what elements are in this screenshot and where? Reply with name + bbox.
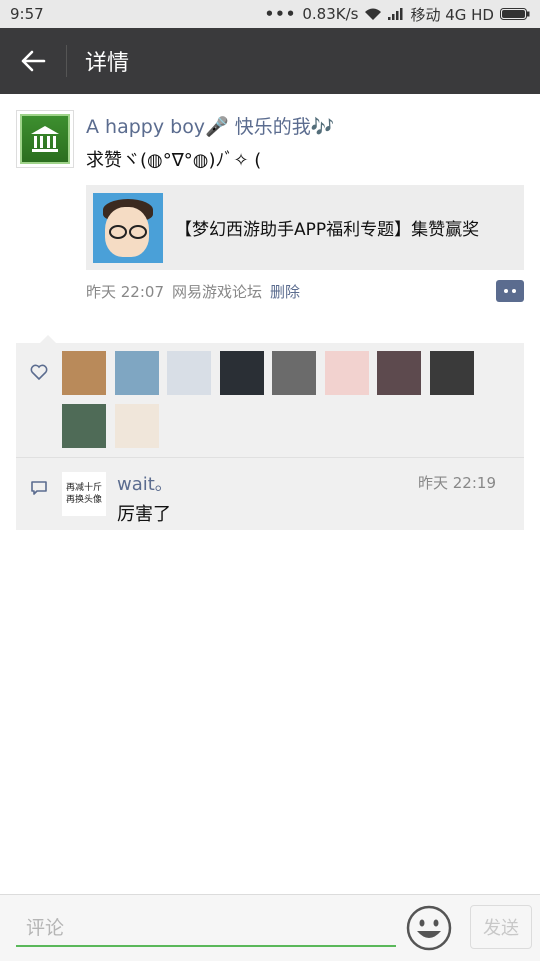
comment-time: 昨天 22:19 — [418, 474, 496, 492]
like-avatar-1[interactable] — [62, 351, 106, 395]
title-divider — [66, 45, 67, 77]
back-arrow-icon — [21, 50, 46, 72]
like-avatar-5[interactable] — [272, 351, 316, 395]
link-title: 【梦幻西游助手APP福利专题】集赞赢奖 — [175, 220, 480, 240]
title-bar: 详情 — [0, 28, 540, 94]
comment-icon — [31, 481, 47, 495]
battery-icon — [500, 8, 530, 20]
wifi-icon — [365, 8, 382, 20]
like-avatar-4[interactable] — [219, 351, 264, 395]
post-source[interactable]: 网易游戏论坛 — [172, 281, 262, 302]
delete-link[interactable]: 删除 — [270, 281, 300, 302]
heart-icon — [30, 364, 48, 381]
comment-bar: 发送 — [0, 894, 540, 961]
status-right: ••• 0.83K/s 移动 4G HD — [265, 4, 530, 25]
status-dots: ••• — [264, 5, 297, 23]
comment-text: 厉害了 — [117, 504, 171, 525]
author-avatar[interactable] — [16, 110, 74, 168]
likes-section — [16, 343, 524, 458]
post-time: 昨天 22:07 — [86, 283, 164, 301]
commenter-avatar[interactable]: 再减十斤 再换头像 — [62, 472, 106, 516]
network-speed: 0.83K/s — [302, 5, 359, 23]
emoji-icon[interactable] — [406, 905, 452, 951]
panel-arrow — [40, 335, 56, 343]
back-button[interactable] — [0, 28, 66, 94]
send-button[interactable]: 发送 — [470, 905, 532, 949]
like-avatar-3[interactable] — [167, 351, 211, 395]
post-meta: 昨天 22:07 网易游戏论坛 删除 — [86, 281, 300, 302]
carrier-label: 移动 4G HD — [410, 5, 494, 24]
dot-icon — [504, 289, 508, 293]
like-avatar-8[interactable] — [429, 351, 474, 395]
link-thumbnail — [93, 192, 163, 263]
like-avatar-9[interactable] — [62, 404, 106, 448]
shared-link-card[interactable]: 【梦幻西游助手APP福利专题】集赞赢奖 — [86, 185, 524, 270]
status-time: 9:57 — [10, 5, 44, 23]
comment-item[interactable]: 再减十斤 再换头像 wait。 昨天 22:19 厉害了 — [16, 458, 524, 530]
interaction-panel: 再减十斤 再换头像 wait。 昨天 22:19 厉害了 — [16, 335, 524, 530]
signal-icon — [388, 8, 403, 20]
building-icon — [20, 114, 70, 164]
commenter-avatar-line: 再减十斤 — [65, 483, 102, 493]
page-title: 详情 — [85, 51, 130, 76]
status-bar: 9:57 ••• 0.83K/s 移动 4G HD — [0, 0, 540, 28]
like-avatar-10[interactable] — [114, 404, 159, 448]
dot-icon — [512, 289, 516, 293]
like-avatar-6[interactable] — [324, 351, 369, 395]
author-name[interactable]: A happy boy🎤 快乐的我🎶 — [86, 112, 334, 139]
commenter-avatar-line: 再换头像 — [65, 495, 102, 505]
commenter-name[interactable]: wait。 — [117, 470, 173, 496]
comment-input[interactable] — [16, 911, 396, 947]
like-avatar-2[interactable] — [114, 351, 159, 395]
more-actions-button[interactable] — [496, 280, 524, 302]
like-avatar-7[interactable] — [377, 351, 421, 395]
post-text: 求赞ヾ(◍°∇°◍)ﾉﾞ✧ ( — [86, 150, 262, 171]
